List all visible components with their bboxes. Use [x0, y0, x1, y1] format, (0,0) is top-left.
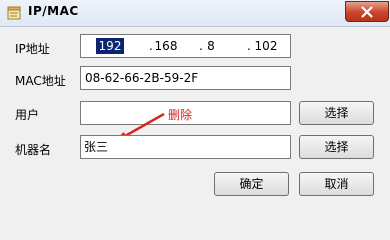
machine-select-button[interactable]: 选择: [299, 135, 374, 159]
ip-octet-4[interactable]: 102: [251, 38, 281, 54]
ok-button[interactable]: 确定: [214, 172, 289, 196]
mac-address-field[interactable]: 08-62-66-2B-59-2F: [80, 66, 291, 90]
ip-label: IP地址: [15, 42, 50, 56]
window-title: IP/MAC: [28, 4, 79, 18]
close-button[interactable]: [345, 1, 389, 22]
title-bar[interactable]: IP/MAC: [0, 0, 390, 27]
machine-name-field[interactable]: 张三: [80, 135, 291, 159]
ip-octet-1[interactable]: 192: [96, 38, 124, 54]
mac-label: MAC地址: [15, 74, 66, 88]
ip-octet-2[interactable]: 168: [151, 38, 181, 54]
machine-name-label: 机器名: [15, 143, 52, 157]
annotation-label: 删除: [168, 108, 193, 122]
close-icon: [361, 6, 373, 18]
dialog-window: IP/MAC IP地址 192 . 168 . 8 . 102 MAC地址 08…: [0, 0, 390, 212]
ip-octet-3[interactable]: 8: [201, 38, 221, 54]
notepad-icon: [6, 5, 22, 20]
user-label: 用户: [15, 108, 40, 122]
user-select-button[interactable]: 选择: [299, 101, 374, 125]
ip-address-field[interactable]: 192 . 168 . 8 . 102: [80, 34, 291, 58]
cancel-button[interactable]: 取消: [299, 172, 374, 196]
